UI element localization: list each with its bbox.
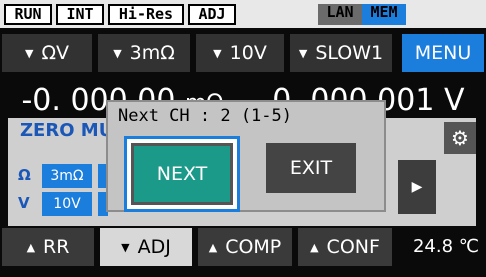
triangle-down-icon: ▼ bbox=[25, 47, 34, 60]
zero-multi-label: ZERO MU bbox=[20, 120, 114, 141]
rr-label: RR bbox=[43, 236, 70, 258]
status-tag-run: RUN bbox=[4, 4, 52, 25]
temperature-readout: 24.8 ℃ bbox=[412, 236, 479, 257]
status-tag-lan: LAN bbox=[318, 4, 362, 25]
triangle-down-icon: ▼ bbox=[298, 47, 308, 60]
gear-icon[interactable]: ⚙ bbox=[444, 122, 476, 154]
exit-button[interactable]: EXIT bbox=[266, 143, 356, 193]
range-button[interactable]: ▼ 3mΩ bbox=[98, 34, 190, 72]
status-tag-mem: MEM bbox=[362, 4, 406, 25]
triangle-up-icon: ▲ bbox=[310, 241, 319, 254]
next-button[interactable]: NEXT bbox=[131, 143, 233, 205]
adj-button[interactable]: ▼ ADJ bbox=[100, 228, 192, 266]
conf-button[interactable]: ▲ CONF bbox=[298, 228, 392, 266]
voltage-range-chip[interactable]: 10V bbox=[42, 192, 92, 216]
triangle-right-icon: ▶ bbox=[411, 179, 423, 195]
status-tag-int: INT bbox=[56, 4, 104, 25]
conf-label: CONF bbox=[326, 236, 380, 258]
triangle-up-icon: ▲ bbox=[208, 241, 218, 254]
ohm-row-label: Ω bbox=[18, 166, 31, 184]
adj-label: ADJ bbox=[137, 236, 171, 258]
comp-label: COMP bbox=[225, 236, 282, 258]
voltage-range-label: 10V bbox=[229, 42, 267, 64]
voltage-unit: V bbox=[443, 83, 465, 118]
triangle-down-icon: ▼ bbox=[213, 47, 222, 60]
status-tag-hires: Hi-Res bbox=[108, 4, 184, 25]
range-label: 3mΩ bbox=[129, 42, 175, 64]
ohm-range-chip[interactable]: 3mΩ bbox=[42, 164, 92, 188]
dialog-title: Next CH : 2 (1-5) bbox=[118, 106, 292, 126]
voltage-range-button[interactable]: ▼ 10V bbox=[196, 34, 284, 72]
speed-button[interactable]: ▼ SLOW1 bbox=[290, 34, 392, 72]
menu-button[interactable]: MENU bbox=[402, 34, 484, 72]
triangle-down-icon: ▼ bbox=[121, 241, 130, 254]
function-button[interactable]: ▼ ΩV bbox=[2, 34, 92, 72]
function-label: ΩV bbox=[41, 42, 69, 64]
status-tag-adj: ADJ bbox=[188, 4, 236, 25]
comp-button[interactable]: ▲ COMP bbox=[198, 228, 292, 266]
triangle-down-icon: ▼ bbox=[113, 47, 122, 60]
next-page-button[interactable]: ▶ bbox=[398, 160, 436, 214]
triangle-up-icon: ▲ bbox=[26, 241, 36, 254]
rr-button[interactable]: ▲ RR bbox=[2, 228, 94, 266]
voltage-row-label: V bbox=[18, 194, 30, 212]
speed-label: SLOW1 bbox=[315, 42, 384, 64]
